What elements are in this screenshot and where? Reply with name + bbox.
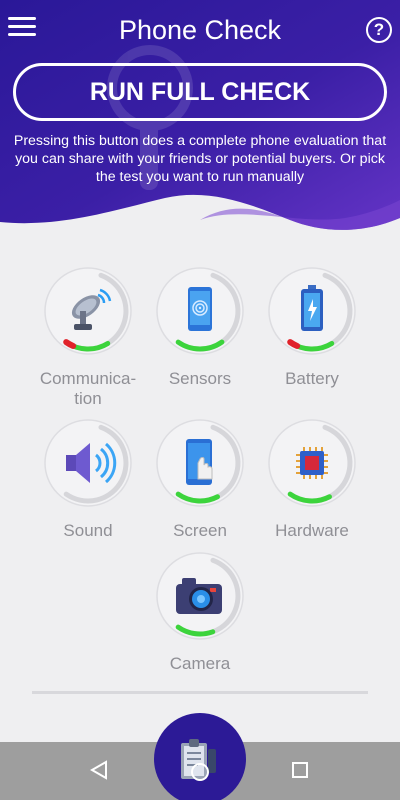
- test-circle[interactable]: [268, 419, 356, 507]
- test-circle[interactable]: [44, 419, 132, 507]
- satellite-dish-icon: [71, 288, 112, 330]
- battery-charging-icon: [301, 285, 323, 331]
- recents-icon[interactable]: [280, 742, 320, 800]
- test-tile-sound[interactable]: Sound: [36, 419, 140, 541]
- phone-touch-icon: [186, 439, 213, 485]
- test-label-text: Communica-: [39, 369, 137, 388]
- test-circle[interactable]: [156, 552, 244, 640]
- phone-check-screen: Phone Check ? RUN FULL CHECK Pressing th…: [0, 0, 400, 800]
- divider: [32, 691, 368, 694]
- test-tile-camera[interactable]: Camera: [148, 552, 252, 674]
- test-label-text: Camera: [169, 654, 231, 673]
- test-label: Communica-tion: [36, 369, 140, 409]
- run-full-check-button[interactable]: RUN FULL CHECK: [13, 63, 387, 121]
- test-tile-screen[interactable]: Screen: [148, 419, 252, 541]
- test-tile-hardware[interactable]: Hardware: [260, 419, 364, 541]
- help-icon[interactable]: ?: [366, 17, 392, 43]
- test-label-text: Screen: [173, 521, 227, 540]
- test-label-text: Sound: [63, 521, 113, 540]
- test-label: Sound: [36, 521, 140, 541]
- test-label-text: Hardware: [275, 521, 349, 540]
- test-label-text: Battery: [285, 369, 339, 388]
- back-icon[interactable]: [80, 742, 120, 800]
- fingerprint-phone-icon: [188, 287, 212, 331]
- report-clipboard-icon: [181, 739, 216, 781]
- test-circle[interactable]: [156, 419, 244, 507]
- test-circle[interactable]: [268, 267, 356, 355]
- test-label: Battery: [260, 369, 364, 389]
- test-circle[interactable]: [44, 267, 132, 355]
- speaker-icon: [66, 442, 117, 484]
- test-label-text: Sensors: [168, 369, 232, 388]
- camera-icon: [176, 578, 222, 614]
- test-circle[interactable]: [156, 267, 244, 355]
- test-label: Camera: [148, 654, 252, 674]
- report-button[interactable]: [154, 713, 246, 800]
- top-bar: Phone Check ?: [0, 0, 400, 62]
- test-label: Sensors: [148, 369, 252, 389]
- test-tile-sensors[interactable]: Sensors: [148, 267, 252, 389]
- test-tile-communica[interactable]: Communica-tion: [36, 267, 140, 409]
- app-title: Phone Check: [118, 15, 282, 45]
- test-label-text-2: tion: [74, 389, 102, 408]
- cpu-chip-icon: [296, 447, 328, 479]
- test-tile-battery[interactable]: Battery: [260, 267, 364, 389]
- test-label: Hardware: [260, 521, 364, 541]
- hero-header: Phone Check ? RUN FULL CHECK Pressing th…: [0, 0, 400, 235]
- test-label: Screen: [148, 521, 252, 541]
- hero-description: Pressing this button does a complete pho…: [13, 133, 387, 185]
